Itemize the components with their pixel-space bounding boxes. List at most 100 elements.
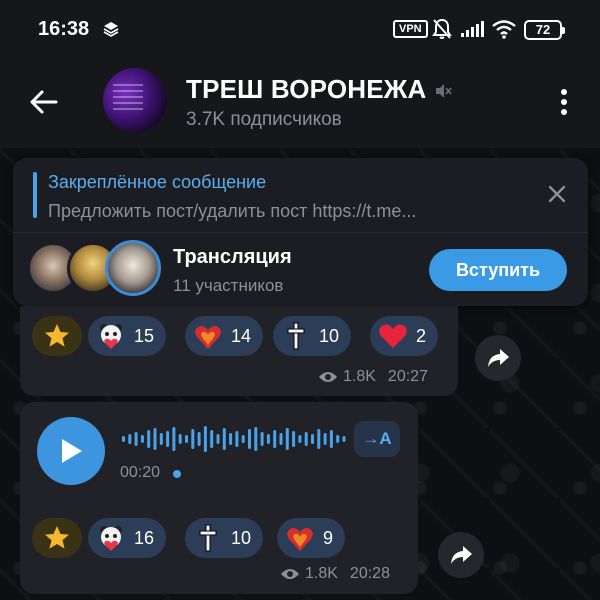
panda-heart-icon [96, 321, 126, 351]
burning-heart-icon [285, 523, 315, 553]
wifi-icon [492, 20, 516, 39]
layers-icon [103, 22, 119, 37]
waveform-bar [191, 429, 195, 449]
channel-title[interactable]: ТРЕШ ВОРОНЕЖА [186, 74, 427, 105]
live-stream-title: Трансляция [173, 246, 292, 268]
status-bar: 16:38 VPN 72 [0, 0, 600, 60]
share-arrow-icon [451, 546, 472, 564]
transcribe-button[interactable]: →A [354, 421, 400, 457]
waveform-bar [292, 431, 296, 447]
share-button[interactable] [438, 532, 484, 578]
reaction-count: 9 [323, 527, 334, 548]
reaction-star[interactable] [32, 316, 82, 356]
signal-icon [461, 21, 484, 37]
unplayed-dot [173, 470, 181, 478]
views-eye-icon [281, 569, 299, 579]
waveform-bar [260, 432, 264, 446]
close-icon[interactable] [546, 183, 568, 205]
cross-icon [193, 523, 223, 553]
waveform-bar [336, 435, 340, 443]
reaction-burning-heart[interactable]: 14 [185, 316, 264, 356]
waveform-bar [210, 430, 214, 448]
waveform-bar [153, 428, 157, 450]
cross-icon [281, 321, 311, 351]
waveform-bar [304, 432, 308, 446]
chat-header: ТРЕШ ВОРОНЕЖА 3.7K подписчиков [0, 60, 600, 148]
channel-avatar[interactable] [103, 68, 167, 132]
waveform-bar [241, 435, 245, 443]
reaction-cross[interactable]: 10 [273, 316, 352, 356]
voice-waveform[interactable] [120, 424, 350, 454]
live-participant-avatars [27, 240, 167, 298]
waveform-bar [159, 433, 163, 445]
waveform-bar [197, 432, 201, 446]
more-options-icon[interactable] [552, 84, 576, 120]
reaction-star[interactable] [32, 518, 82, 558]
star-icon [42, 321, 72, 351]
waveform-bar [273, 430, 277, 448]
reaction-count: 10 [319, 325, 340, 346]
pinned-text[interactable]: Предложить пост/удалить пост https://t.m… [48, 201, 416, 222]
bell-muted-icon [432, 18, 452, 39]
muted-speaker-icon [436, 84, 452, 98]
play-icon [62, 439, 82, 463]
status-time: 16:38 [38, 18, 90, 40]
waveform-bar [128, 434, 132, 444]
reaction-cross[interactable]: 10 [185, 518, 264, 558]
message-meta: 1.8K 20:27 [318, 368, 428, 386]
divider [13, 232, 588, 233]
voice-duration: 00:20 [120, 464, 161, 481]
waveform-bar [266, 434, 270, 444]
reaction-count: 14 [231, 325, 252, 346]
waveform-bar [235, 431, 239, 447]
waveform-bar [216, 434, 220, 444]
waveform-bar [222, 428, 226, 450]
reaction-red-heart[interactable]: 2 [370, 316, 439, 356]
waveform-bar [178, 434, 182, 444]
red-heart-icon [378, 321, 408, 351]
waveform-bar [323, 433, 327, 445]
reaction-panda-heart[interactable]: 16 [88, 518, 167, 558]
waveform-bar [147, 430, 151, 448]
star-icon [42, 523, 72, 553]
back-arrow-icon[interactable] [26, 84, 62, 120]
reaction-count: 2 [416, 325, 427, 346]
waveform-bar [134, 432, 138, 446]
waveform-bar [342, 436, 346, 442]
join-button[interactable]: Вступить [429, 249, 567, 291]
waveform-bar [317, 429, 321, 449]
live-participant-count: 11 участников [173, 276, 284, 295]
message-meta: 1.8K 20:28 [280, 565, 390, 583]
battery-indicator: 72 [524, 20, 565, 40]
waveform-bar [248, 429, 251, 449]
reaction-panda-heart[interactable]: 15 [88, 316, 167, 356]
waveform-bar [311, 434, 314, 444]
share-arrow-icon [488, 349, 509, 367]
participant-avatar [105, 240, 161, 296]
pinned-title[interactable]: Закреплённое сообщение [48, 172, 266, 193]
waveform-bar [285, 428, 289, 450]
waveform-bar [185, 435, 188, 443]
waveform-bar [172, 427, 176, 451]
message-time: 20:28 [349, 565, 390, 582]
view-count: 1.8K [305, 565, 338, 582]
waveform-bar [279, 433, 283, 445]
waveform-bar [140, 435, 144, 443]
waveform-bar [203, 426, 207, 452]
message-time: 20:27 [387, 368, 428, 385]
reaction-count: 10 [231, 527, 252, 548]
view-count: 1.8K [343, 368, 376, 385]
share-button[interactable] [475, 335, 521, 381]
vpn-badge: VPN [393, 20, 428, 38]
subscriber-count: 3.7K подписчиков [186, 109, 342, 130]
reaction-count: 16 [134, 527, 155, 548]
waveform-bar [298, 435, 302, 443]
reaction-count: 15 [134, 325, 155, 346]
waveform-bar [122, 436, 125, 442]
pinned-panel: Закреплённое сообщение Предложить пост/у… [13, 158, 588, 306]
reaction-burning-heart[interactable]: 9 [277, 518, 346, 558]
burning-heart-icon [193, 321, 223, 351]
waveform-bar [329, 430, 333, 448]
play-button[interactable] [37, 417, 105, 485]
waveform-bar [166, 431, 170, 447]
